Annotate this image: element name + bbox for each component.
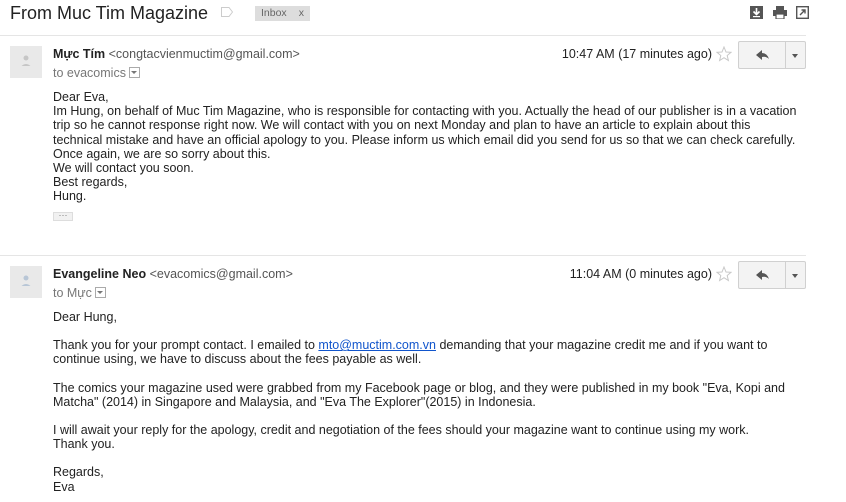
recipient-line: to Mực — [53, 286, 106, 300]
inbox-label-text: Inbox — [261, 7, 287, 19]
body-line: Once again, we are so sorry about this. — [53, 146, 271, 161]
more-options-button[interactable] — [786, 41, 806, 69]
body-paragraph: I will await your reply for the apology,… — [53, 423, 749, 438]
subject-bar: From Muc Tim Magazine Inbox x — [0, 0, 846, 30]
sender-email: <evacomics@gmail.com> — [149, 267, 293, 281]
body-line: Dear Eva, — [53, 90, 109, 104]
reply-icon — [756, 50, 769, 60]
message-body: Dear Eva, Im Hung, on behalf of Muc Tim … — [53, 90, 798, 204]
greeting: Dear Hung, — [53, 310, 117, 324]
reply-button[interactable] — [738, 41, 786, 69]
recipient-line: to evacomics — [53, 66, 140, 80]
thread-toolbar — [750, 6, 812, 22]
body-line: Hung. — [53, 189, 87, 204]
thread-divider — [0, 35, 806, 36]
print-icon[interactable] — [773, 6, 787, 19]
sender-line: Mực Tím <congtacvienmuctim@gmail.com> — [53, 47, 300, 61]
more-options-button[interactable] — [786, 261, 806, 289]
sender-line: Evangeline Neo <evacomics@gmail.com> — [53, 267, 293, 281]
message-time: 11:04 AM (0 minutes ago) — [569, 267, 712, 281]
inbox-label-chip: Inbox x — [255, 6, 310, 21]
body-paragraph: The comics your magazine used were grabb… — [53, 380, 785, 409]
label-tag-icon[interactable] — [221, 7, 233, 17]
show-details-dropdown[interactable] — [94, 287, 106, 298]
download-icon[interactable] — [750, 6, 763, 19]
star-icon[interactable] — [716, 46, 732, 62]
star-icon[interactable] — [716, 266, 732, 282]
sender-name[interactable]: Evangeline Neo — [53, 267, 146, 281]
signature: Eva — [53, 479, 75, 494]
sender-avatar — [10, 266, 42, 298]
show-trimmed-content-button[interactable]: ··· — [53, 211, 73, 221]
reply-button[interactable] — [738, 261, 786, 289]
recipient-text: to evacomics — [53, 66, 126, 80]
body-line: Im Hung, on behalf of Muc Tim Magazine, … — [53, 104, 797, 147]
remove-label-button[interactable]: x — [299, 7, 304, 19]
message-body: Dear Hung, Thank you for your prompt con… — [53, 310, 798, 494]
body-paragraph: Thank you for your prompt contact. I ema… — [53, 338, 798, 366]
sender-email: <congtacvienmuctim@gmail.com> — [108, 47, 300, 61]
email-subject: From Muc Tim Magazine — [10, 3, 209, 23]
email-link[interactable]: mto@muctim.com.vn — [318, 338, 436, 352]
person-icon — [21, 55, 31, 66]
message-divider — [0, 255, 806, 256]
body-text: Thank you for your prompt contact. I ema… — [53, 338, 319, 353]
sender-name[interactable]: Mực Tím — [53, 47, 105, 61]
sender-avatar — [10, 46, 42, 78]
closing: Regards, — [53, 465, 104, 480]
body-line: We will contact you soon. — [53, 161, 194, 176]
reply-icon — [756, 270, 769, 280]
message-time: 10:47 AM (17 minutes ago) — [561, 47, 712, 61]
body-line: Thank you. — [53, 437, 115, 452]
body-line: Best regards, — [53, 175, 128, 190]
recipient-text: to Mực — [53, 286, 92, 300]
show-details-dropdown[interactable] — [128, 67, 140, 78]
person-icon — [21, 275, 31, 286]
new-window-icon[interactable] — [796, 6, 809, 19]
